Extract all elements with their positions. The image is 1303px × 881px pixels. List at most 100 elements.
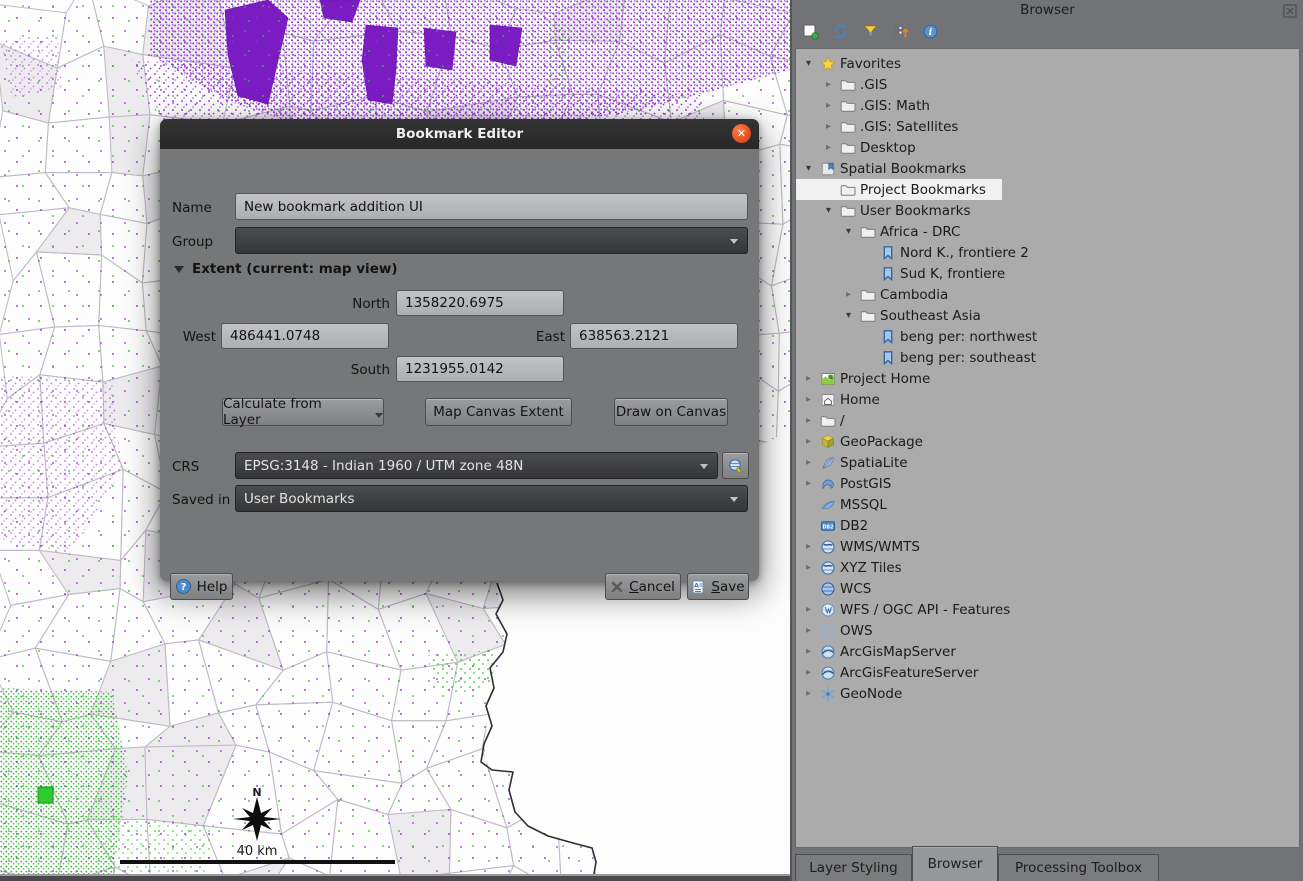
- expander-collapsed-icon[interactable]: ▸: [802, 667, 815, 678]
- tree-item-spatial-bookmarks[interactable]: ▾ Spatial Bookmarks: [796, 158, 982, 179]
- crs-combobox[interactable]: EPSG:3148 - Indian 1960 / UTM zone 48N: [235, 452, 718, 479]
- tree-item-beng-per-southeast[interactable]: beng per: southeast: [796, 347, 1052, 368]
- tree-item-arcgismapserver[interactable]: ▸ArcGisMapServer: [796, 641, 972, 662]
- map-canvas-extent-label: Map Canvas Extent: [433, 404, 564, 420]
- globe-wcs-icon: [819, 581, 836, 597]
- group-combobox[interactable]: [235, 227, 748, 254]
- expander-collapsed-icon[interactable]: ▸: [802, 478, 815, 489]
- expander-collapsed-icon[interactable]: ▸: [802, 373, 815, 384]
- expander-collapsed-icon[interactable]: ▸: [822, 79, 835, 90]
- tree-item-project-home[interactable]: ▸Project Home: [796, 368, 946, 389]
- tree-item-arcgisfeatureserver[interactable]: ▸ArcGisFeatureServer: [796, 662, 994, 683]
- tree-item-root[interactable]: ▸/: [796, 410, 861, 431]
- expander-collapsed-icon[interactable]: ▸: [802, 688, 815, 699]
- tree-item-sud-k-frontiere[interactable]: Sud K, frontiere: [796, 263, 1021, 284]
- tree-item-southeast-asia[interactable]: ▾Southeast Asia: [796, 305, 997, 326]
- expander-collapsed-icon[interactable]: ▸: [802, 394, 815, 405]
- dialog-close-button[interactable]: ✕: [732, 124, 751, 143]
- tree-item-ows[interactable]: ▸OWS: [796, 620, 889, 641]
- help-button[interactable]: ? Help: [170, 573, 233, 600]
- expander-collapsed-icon[interactable]: ▸: [802, 646, 815, 657]
- north-input[interactable]: [396, 290, 564, 316]
- tree-item-geonode[interactable]: ▸GeoNode: [796, 683, 918, 704]
- globe-wfs-icon: [819, 602, 836, 618]
- expander-expanded-icon[interactable]: ▾: [822, 205, 835, 216]
- tree-item-geopackage[interactable]: ▸GeoPackage: [796, 431, 939, 452]
- tree-item-gis[interactable]: ▸.GIS: [796, 74, 903, 95]
- spatialite-icon: [819, 455, 836, 471]
- expander-collapsed-icon[interactable]: ▸: [822, 142, 835, 153]
- expander-collapsed-icon[interactable]: ▸: [822, 100, 835, 111]
- tree-item-cambodia[interactable]: ▸Cambodia: [796, 284, 964, 305]
- tab-processing-toolbox[interactable]: Processing Toolbox: [998, 854, 1159, 881]
- tree-item-xyz-tiles[interactable]: ▸ XYZ Tiles: [796, 557, 918, 578]
- collapse-all-button[interactable]: [890, 23, 910, 43]
- tree-item-gis-math[interactable]: ▸.GIS: Math: [796, 95, 946, 116]
- tree-item-beng-per-northwest[interactable]: beng per: northwest: [796, 326, 1053, 347]
- expander-collapsed-icon[interactable]: ▸: [802, 436, 815, 447]
- expander-collapsed-icon[interactable]: ▸: [802, 625, 815, 636]
- browser-tree[interactable]: ▾Favorites▸.GIS▸.GIS: Math▸.GIS: Satelli…: [795, 48, 1300, 848]
- tree-item-label: XYZ Tiles: [840, 560, 902, 576]
- tree-item-africa-drc[interactable]: ▾Africa - DRC: [796, 221, 977, 242]
- tree-item-label: beng per: northwest: [900, 329, 1037, 345]
- expander-collapsed-icon[interactable]: ▸: [802, 562, 815, 573]
- save-label: Save: [711, 579, 744, 595]
- saved-in-combobox[interactable]: User Bookmarks: [235, 485, 748, 512]
- tree-item-nord-k-frontiere-2[interactable]: Nord K., frontiere 2: [796, 242, 1045, 263]
- tree-item-favorites[interactable]: ▾Favorites: [796, 53, 917, 74]
- cancel-button[interactable]: Cancel: [605, 573, 681, 600]
- tree-item-label: WCS: [840, 581, 871, 597]
- add-selected-layers-icon: [802, 23, 819, 44]
- tree-item-spatialite[interactable]: ▸SpatiaLite: [796, 452, 924, 473]
- draw-on-canvas-button[interactable]: Draw on Canvas: [614, 398, 728, 426]
- tree-item-label: Nord K., frontiere 2: [900, 245, 1029, 261]
- extent-group-header[interactable]: Extent (current: map view): [174, 261, 398, 277]
- expander-collapsed-icon[interactable]: ▸: [802, 457, 815, 468]
- map-canvas-extent-button[interactable]: Map Canvas Extent: [425, 398, 572, 426]
- expander-collapsed-icon[interactable]: ▸: [842, 289, 855, 300]
- dialog-titlebar[interactable]: Bookmark Editor ✕: [160, 119, 759, 149]
- tree-item-gis-satellites[interactable]: ▸.GIS: Satellites: [796, 116, 974, 137]
- geopackage-icon: [819, 434, 836, 450]
- expander-expanded-icon[interactable]: ▾: [802, 58, 815, 69]
- expander-collapsed-icon[interactable]: ▸: [802, 604, 815, 615]
- tree-item-mssql[interactable]: MSSQL: [796, 494, 903, 515]
- tab-layer-styling[interactable]: Layer Styling: [795, 854, 912, 881]
- expander-expanded-icon[interactable]: ▾: [842, 310, 855, 321]
- expander-collapsed-icon[interactable]: ▸: [822, 121, 835, 132]
- expander-collapsed-icon[interactable]: ▸: [802, 541, 815, 552]
- refresh-button[interactable]: [830, 23, 850, 43]
- tree-item-db2[interactable]: DB2DB2: [796, 515, 884, 536]
- calculate-from-layer-button[interactable]: Calculate from Layer: [222, 398, 384, 426]
- panel-close-button[interactable]: [1283, 3, 1297, 17]
- tree-item-wfs-ogc-api-features[interactable]: ▸WFS / OGC API - Features: [796, 599, 1026, 620]
- tree-item-wcs[interactable]: WCS: [796, 578, 887, 599]
- filter-browser-icon: [862, 23, 879, 44]
- expander-collapsed-icon[interactable]: ▸: [802, 415, 815, 426]
- expander-expanded-icon[interactable]: ▾: [802, 163, 815, 174]
- west-input[interactable]: [221, 323, 389, 349]
- browser-toolbar: i: [800, 23, 940, 43]
- tree-item-postgis[interactable]: ▸PostGIS: [796, 473, 907, 494]
- tree-item-user-bookmarks[interactable]: ▾User Bookmarks: [796, 200, 987, 221]
- east-input[interactable]: [570, 323, 738, 349]
- tree-item-desktop[interactable]: ▸Desktop: [796, 137, 932, 158]
- east-label: East: [500, 329, 565, 345]
- south-input[interactable]: [396, 356, 564, 382]
- select-crs-button[interactable]: [722, 452, 749, 479]
- name-input[interactable]: [235, 193, 748, 220]
- help-icon: ?: [176, 579, 191, 594]
- svg-text:DB2: DB2: [822, 524, 833, 530]
- tab-browser[interactable]: Browser: [912, 846, 998, 881]
- tree-item-project-bookmarks[interactable]: Project Bookmarks: [796, 179, 1002, 200]
- save-button[interactable]: A Save: [687, 573, 749, 600]
- add-selected-layers-button[interactable]: [800, 23, 820, 43]
- crs-label: CRS: [172, 459, 199, 475]
- tree-item-home[interactable]: ▸Home: [796, 389, 896, 410]
- filter-browser-button[interactable]: [860, 23, 880, 43]
- tree-item-wms-wmts[interactable]: ▸WMS/WMTS: [796, 536, 936, 557]
- tree-item-label: Spatial Bookmarks: [840, 161, 966, 177]
- show-properties-button[interactable]: i: [920, 23, 940, 43]
- expander-expanded-icon[interactable]: ▾: [842, 226, 855, 237]
